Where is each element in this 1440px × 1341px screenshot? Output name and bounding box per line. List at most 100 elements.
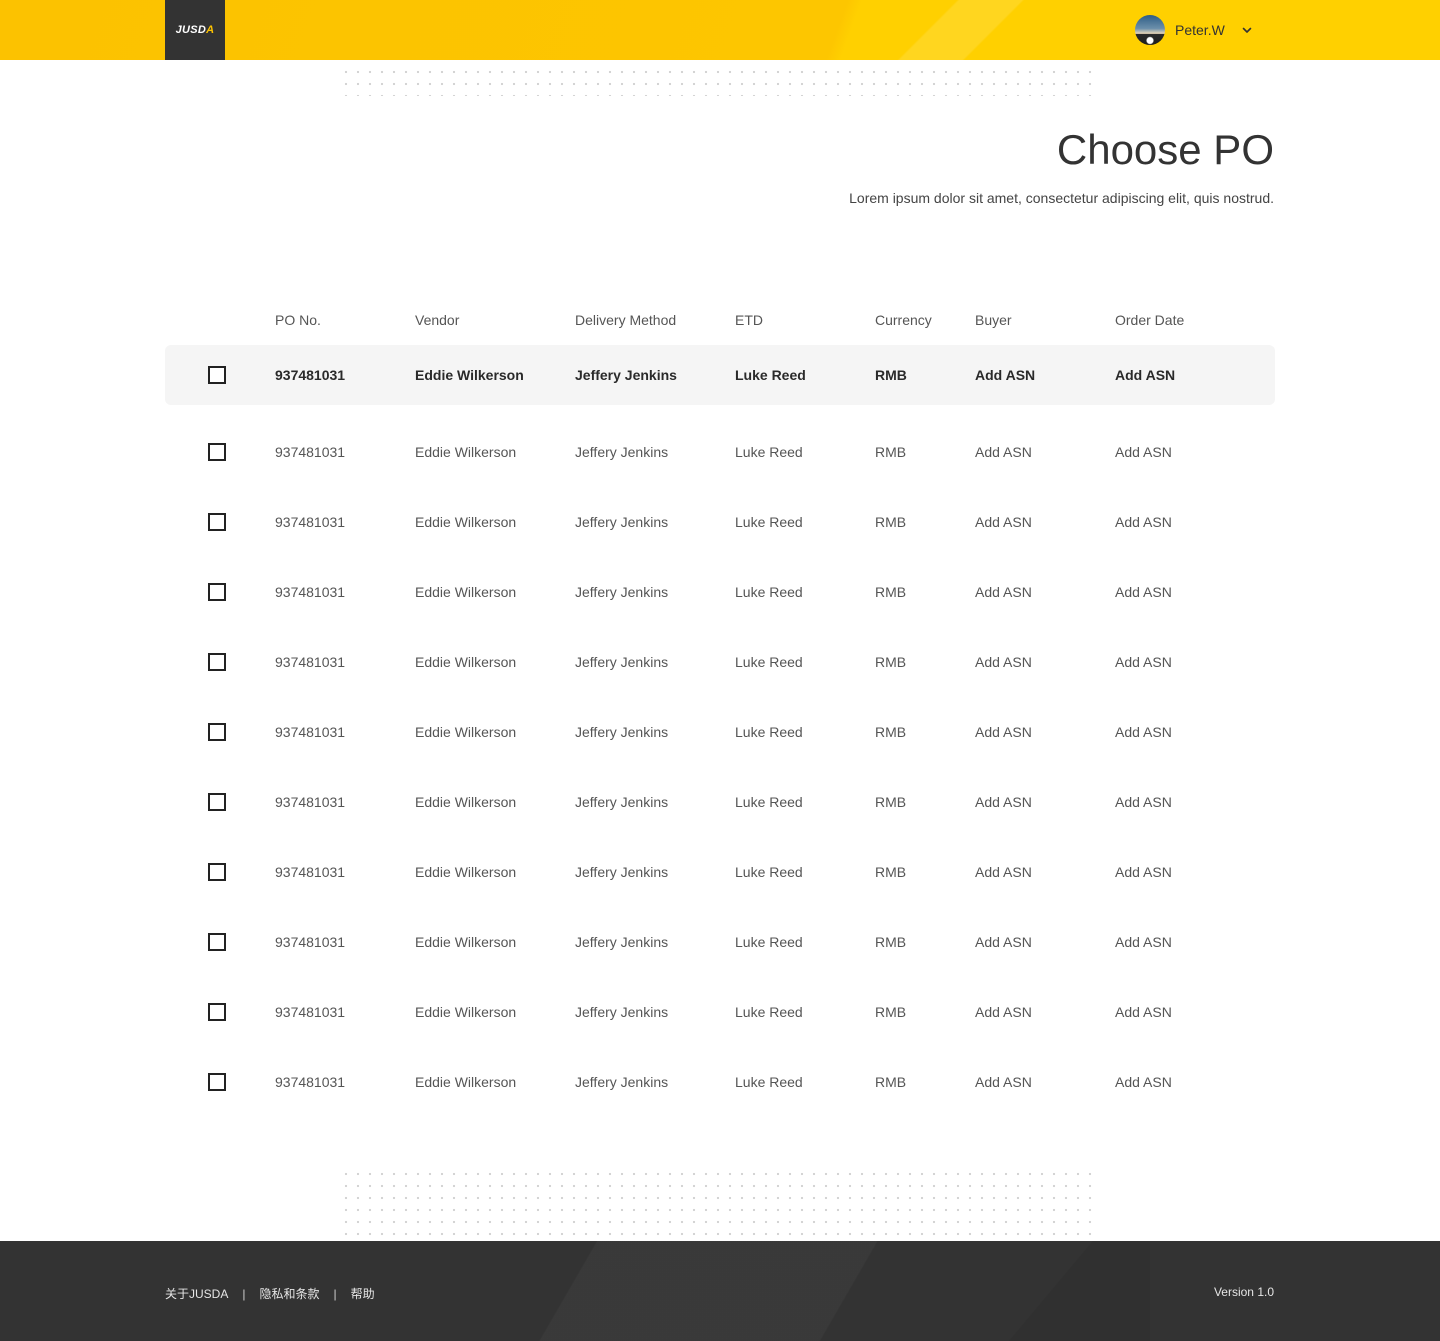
cell-etd: Luke Reed xyxy=(735,864,803,880)
table-row[interactable]: 937481031 Eddie Wilkerson Jeffery Jenkins L… xyxy=(165,345,1275,405)
table-header: PO No. Vendor Delivery Method ETD Curren… xyxy=(165,300,1275,340)
cell-vendor: Eddie Wilkerson xyxy=(415,584,517,600)
cell-vendor: Eddie Wilkerson xyxy=(415,1004,517,1020)
row-checkbox[interactable] xyxy=(208,443,226,461)
cell-vendor: Eddie Wilkerson xyxy=(415,794,517,810)
cell-vendor: Eddie Wilkerson xyxy=(415,864,517,880)
column-header-order-date: Order Date xyxy=(1115,312,1185,328)
column-header-etd: ETD xyxy=(735,312,763,328)
cell-currency: RMB xyxy=(875,1074,907,1090)
cell-delivery-method: Jeffery Jenkins xyxy=(575,654,669,670)
cell-delivery-method: Jeffery Jenkins xyxy=(575,794,669,810)
cell-buyer: Add ASN xyxy=(975,444,1032,460)
table-row[interactable]: 937481031 Eddie Wilkerson Jeffery Jenkins L… xyxy=(165,557,1275,627)
cell-delivery-method: Jeffery Jenkins xyxy=(575,444,669,460)
cell-po-no: 937481031 xyxy=(275,584,346,600)
row-checkbox[interactable] xyxy=(208,513,226,531)
table-row[interactable]: 937481031 Eddie Wilkerson Jeffery Jenkins L… xyxy=(165,1047,1275,1117)
logo-text: JUSDA xyxy=(176,24,215,36)
jusda-logo[interactable]: JUSDA xyxy=(165,0,225,60)
cell-buyer: Add ASN xyxy=(975,794,1032,810)
row-checkbox[interactable] xyxy=(208,583,226,601)
cell-po-no: 937481031 xyxy=(275,367,346,383)
column-header-vendor: Vendor xyxy=(415,312,460,328)
cell-vendor: Eddie Wilkerson xyxy=(415,444,517,460)
cell-buyer: Add ASN xyxy=(975,1074,1032,1090)
dot-pattern-bottom xyxy=(340,1168,1100,1236)
row-checkbox[interactable] xyxy=(208,723,226,741)
cell-order-date: Add ASN xyxy=(1115,654,1172,670)
table-row[interactable]: 937481031 Eddie Wilkerson Jeffery Jenkins L… xyxy=(165,697,1275,767)
footer: 关于JUSDA | 隐私和条款 | 帮助 Version 1.0 xyxy=(0,1241,1440,1341)
table-row[interactable]: 937481031 Eddie Wilkerson Jeffery Jenkins L… xyxy=(165,977,1275,1047)
cell-delivery-method: Jeffery Jenkins xyxy=(575,367,677,383)
table-row[interactable]: 937481031 Eddie Wilkerson Jeffery Jenkins L… xyxy=(165,627,1275,697)
top-header: JUSDA Peter.W xyxy=(0,0,1440,60)
row-checkbox[interactable] xyxy=(208,933,226,951)
footer-link-privacy[interactable]: 隐私和条款 xyxy=(259,1285,319,1302)
row-checkbox[interactable] xyxy=(208,793,226,811)
chevron-down-icon[interactable] xyxy=(1241,24,1253,36)
table-row[interactable]: 937481031 Eddie Wilkerson Jeffery Jenkins L… xyxy=(165,837,1275,907)
table-row[interactable]: 937481031 Eddie Wilkerson Jeffery Jenkins L… xyxy=(165,487,1275,557)
table-body: 937481031 Eddie Wilkerson Jeffery Jenkins L… xyxy=(165,345,1275,1117)
cell-order-date: Add ASN xyxy=(1115,367,1176,383)
logo-text-main: JUSD xyxy=(175,24,207,36)
footer-separator: | xyxy=(242,1286,246,1301)
footer-link-help[interactable]: 帮助 xyxy=(351,1285,375,1302)
cell-delivery-method: Jeffery Jenkins xyxy=(575,584,669,600)
table-row[interactable]: 937481031 Eddie Wilkerson Jeffery Jenkins L… xyxy=(165,767,1275,837)
cell-po-no: 937481031 xyxy=(275,934,346,950)
cell-order-date: Add ASN xyxy=(1115,1004,1172,1020)
footer-links: 关于JUSDA | 隐私和条款 | 帮助 xyxy=(165,1285,375,1302)
po-table: PO No. Vendor Delivery Method ETD Curren… xyxy=(165,300,1275,1117)
cell-order-date: Add ASN xyxy=(1115,584,1172,600)
column-header-buyer: Buyer xyxy=(975,312,1012,328)
user-menu[interactable]: Peter.W xyxy=(1135,14,1253,46)
page-title: Choose PO xyxy=(1056,126,1274,173)
cell-po-no: 937481031 xyxy=(275,1004,346,1020)
cell-delivery-method: Jeffery Jenkins xyxy=(575,864,669,880)
row-checkbox[interactable] xyxy=(208,863,226,881)
cell-buyer: Add ASN xyxy=(975,1004,1032,1020)
cell-etd: Luke Reed xyxy=(735,367,806,383)
cell-po-no: 937481031 xyxy=(275,444,346,460)
cell-order-date: Add ASN xyxy=(1115,794,1172,810)
cell-etd: Luke Reed xyxy=(735,724,803,740)
cell-po-no: 937481031 xyxy=(275,794,346,810)
cell-delivery-method: Jeffery Jenkins xyxy=(575,1074,669,1090)
cell-etd: Luke Reed xyxy=(735,654,803,670)
footer-link-about[interactable]: 关于JUSDA xyxy=(165,1285,228,1302)
cell-delivery-method: Jeffery Jenkins xyxy=(575,934,669,950)
table-row[interactable]: 937481031 Eddie Wilkerson Jeffery Jenkins L… xyxy=(165,417,1275,487)
avatar[interactable] xyxy=(1135,15,1165,45)
cell-currency: RMB xyxy=(875,367,907,383)
page-subtitle: Lorem ipsum dolor sit amet, consectetur … xyxy=(849,190,1274,206)
row-checkbox[interactable] xyxy=(208,1073,226,1091)
cell-vendor: Eddie Wilkerson xyxy=(415,654,517,670)
dot-pattern-top xyxy=(340,66,1100,96)
row-checkbox[interactable] xyxy=(208,1003,226,1021)
cell-vendor: Eddie Wilkerson xyxy=(415,724,517,740)
cell-etd: Luke Reed xyxy=(735,584,803,600)
cell-delivery-method: Jeffery Jenkins xyxy=(575,724,669,740)
row-checkbox[interactable] xyxy=(208,366,226,384)
cell-currency: RMB xyxy=(875,514,907,530)
cell-order-date: Add ASN xyxy=(1115,514,1172,530)
cell-po-no: 937481031 xyxy=(275,514,346,530)
cell-etd: Luke Reed xyxy=(735,514,803,530)
cell-etd: Luke Reed xyxy=(735,1004,803,1020)
cell-order-date: Add ASN xyxy=(1115,864,1172,880)
version-label: Version 1.0 xyxy=(1213,1285,1274,1299)
cell-vendor: Eddie Wilkerson xyxy=(415,367,524,383)
table-row[interactable]: 937481031 Eddie Wilkerson Jeffery Jenkins L… xyxy=(165,907,1275,977)
cell-delivery-method: Jeffery Jenkins xyxy=(575,514,669,530)
cell-vendor: Eddie Wilkerson xyxy=(415,514,517,530)
cell-currency: RMB xyxy=(875,1004,907,1020)
cell-po-no: 937481031 xyxy=(275,1074,346,1090)
cell-currency: RMB xyxy=(875,794,907,810)
row-checkbox[interactable] xyxy=(208,653,226,671)
cell-currency: RMB xyxy=(875,934,907,950)
user-name[interactable]: Peter.W xyxy=(1175,22,1225,38)
column-header-delivery-method: Delivery Method xyxy=(575,312,677,328)
